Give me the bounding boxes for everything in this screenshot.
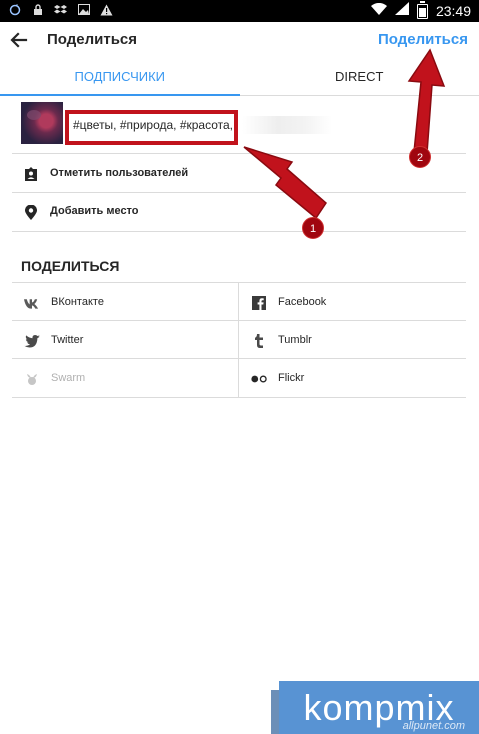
caption-highlight-box — [65, 110, 238, 145]
tumblr-icon — [251, 333, 267, 349]
swarm-icon — [24, 371, 40, 387]
share-twitter-toggle[interactable]: Twitter — [12, 321, 239, 359]
share-tumblr-toggle[interactable]: Tumblr — [239, 321, 466, 359]
share-swarm-label: Swarm — [51, 372, 86, 384]
share-tumblr-label: Tumblr — [278, 334, 312, 346]
share-vk-label: ВКонтакте — [51, 296, 104, 308]
signal-icon — [394, 2, 409, 20]
share-facebook-toggle[interactable]: Facebook — [239, 283, 466, 321]
watermark-shadow — [271, 690, 279, 734]
share-section-title: ПОДЕЛИТЬСЯ — [21, 258, 120, 274]
wifi-icon — [370, 2, 387, 20]
tag-person-icon — [24, 167, 38, 181]
share-column-divider — [238, 283, 239, 397]
sync-icon — [8, 3, 21, 16]
app-header: Поделиться Поделиться — [0, 22, 479, 60]
divider — [12, 231, 466, 232]
vk-icon — [24, 295, 40, 311]
share-vk-toggle[interactable]: ВКонтакте — [12, 283, 239, 321]
tag-people-label: Отметить пользователей — [50, 167, 189, 179]
tab-direct[interactable]: DIRECT — [240, 60, 479, 95]
caption-blurred-text — [242, 116, 332, 134]
share-twitter-label: Twitter — [51, 334, 84, 346]
tag-people-row[interactable]: Отметить пользователей — [0, 155, 479, 193]
status-time: 23:49 — [435, 3, 471, 19]
add-location-label: Добавить место — [50, 205, 139, 217]
flickr-icon — [251, 371, 267, 387]
divider — [12, 153, 466, 154]
dropbox-icon — [54, 3, 67, 16]
annotation-badge-2: 2 — [409, 146, 431, 168]
status-bar: 23:49 — [0, 0, 479, 22]
share-flickr-label: Flickr — [278, 372, 305, 384]
share-button[interactable]: Поделиться — [378, 31, 468, 48]
divider — [12, 397, 466, 398]
facebook-icon — [251, 295, 267, 311]
share-flickr-toggle[interactable]: Flickr — [239, 359, 466, 397]
share-facebook-label: Facebook — [278, 296, 327, 308]
twitter-icon — [24, 333, 40, 349]
add-location-row[interactable]: Добавить место — [0, 193, 479, 231]
warning-icon — [100, 3, 113, 16]
tab-bar: ПОДПИСЧИКИ DIRECT — [0, 60, 479, 96]
location-pin-icon — [24, 204, 38, 220]
battery-icon — [416, 0, 428, 19]
share-swarm-toggle[interactable]: Swarm — [12, 359, 239, 397]
watermark-sub: allpunet.com — [402, 720, 465, 732]
lock-icon — [31, 3, 44, 16]
image-icon — [77, 3, 90, 16]
page-title: Поделиться — [47, 31, 138, 48]
watermark: kompmix allpunet.com — [279, 681, 479, 734]
annotation-badge-1: 1 — [302, 217, 324, 239]
tab-followers[interactable]: ПОДПИСЧИКИ — [0, 60, 240, 96]
arrow-left-icon[interactable] — [10, 30, 28, 50]
photo-thumbnail — [21, 102, 63, 144]
